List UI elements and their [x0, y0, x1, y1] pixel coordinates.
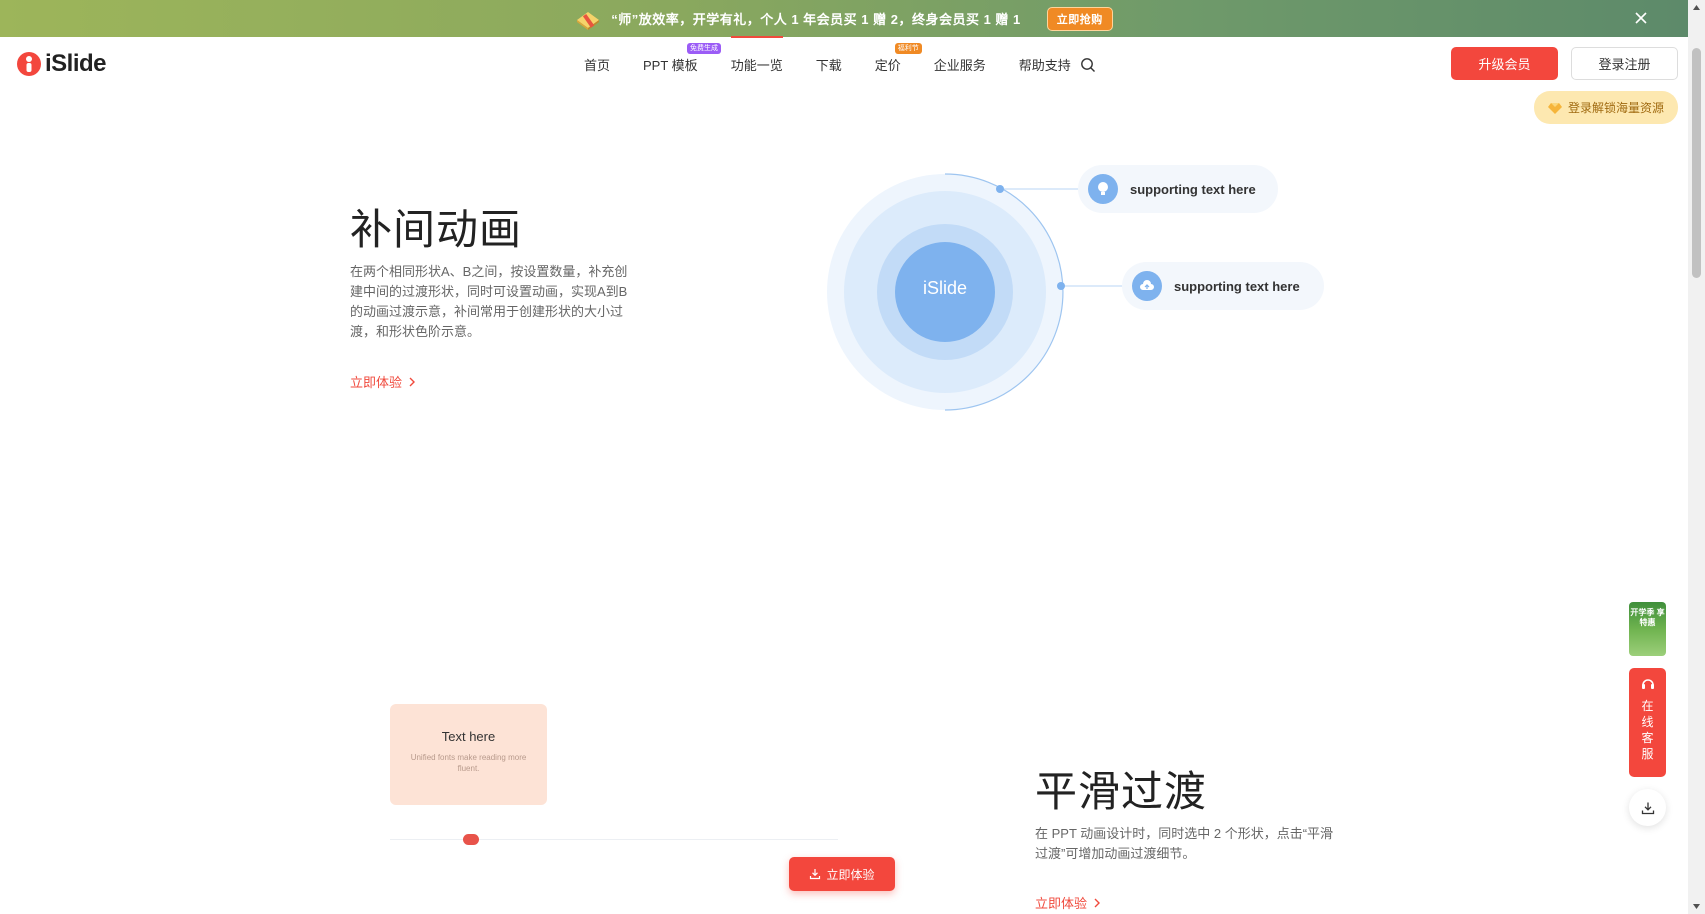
nav-features[interactable]: 功能一览 — [730, 36, 783, 74]
islide-logo-icon — [17, 52, 41, 76]
online-service-button[interactable]: 在 线 客 服 — [1629, 668, 1666, 777]
nav-enterprise[interactable]: 企业服务 — [934, 55, 986, 74]
chevron-right-icon — [1094, 898, 1101, 907]
section2-title: 平滑过渡 — [1035, 768, 1208, 815]
promo-cta-button[interactable]: 立即抢购 — [1046, 6, 1113, 31]
scrollbar-thumb[interactable] — [1692, 48, 1701, 278]
close-icon[interactable] — [1632, 9, 1650, 27]
logo-text: iSlide — [45, 50, 107, 77]
nav-badge-free: 免费生成 — [687, 43, 722, 54]
scroll-up-icon[interactable] — [1692, 3, 1701, 12]
demo-slider-knob[interactable] — [463, 834, 479, 845]
nav-help[interactable]: 帮助支持 — [1019, 55, 1071, 74]
side-promo-thumbnail[interactable]: 开学季 享特惠 — [1629, 602, 1666, 656]
page-scrollbar[interactable] — [1688, 0, 1705, 914]
demo-slider-track — [390, 839, 838, 840]
headset-icon — [1641, 679, 1654, 689]
promo-banner[interactable]: “师”放效率，开学有礼，个人 1 年会员买 1 赠 2，终身会员买 1 赠 1 … — [0, 0, 1688, 37]
nav-active-indicator — [730, 36, 783, 38]
nav-badge-festival: 福利节 — [894, 43, 922, 54]
download-icon — [1641, 802, 1654, 814]
login-register-button[interactable]: 登录注册 — [1571, 47, 1678, 80]
nav-pricing[interactable]: 定价 福利节 — [875, 43, 922, 74]
scroll-down-icon[interactable] — [1692, 902, 1701, 911]
side-download-button[interactable] — [1629, 789, 1666, 826]
cloud-upload-icon — [1132, 271, 1162, 301]
diamond-icon — [1547, 102, 1562, 114]
tween-diagram: iSlide supporting text here supporting t… — [800, 160, 1340, 420]
logo[interactable]: iSlide — [16, 50, 107, 78]
lightbulb-icon — [1088, 174, 1118, 204]
nav-download[interactable]: 下载 — [816, 55, 842, 74]
unlock-resources-tip[interactable]: 登录解锁海量资源 — [1534, 91, 1678, 124]
diagram-item-2: supporting text here — [1122, 262, 1324, 310]
nav-home[interactable]: 首页 — [584, 55, 610, 74]
try-now-button[interactable]: 立即体验 — [789, 857, 895, 891]
section1-title: 补间动画 — [350, 206, 523, 253]
card-subtitle: Unified fonts make reading more fluent. — [410, 753, 527, 773]
download-icon — [810, 869, 821, 880]
upgrade-button[interactable]: 升级会员 — [1451, 47, 1558, 80]
chevron-right-icon — [409, 377, 416, 386]
diagram-item-1: supporting text here — [1078, 165, 1278, 213]
card-title: Text here — [441, 729, 496, 744]
section2-try-link[interactable]: 立即体验 — [1035, 893, 1101, 912]
main-nav: 首页 PPT 模板 免费生成 功能一览 下载 定价 福利节 企业服务 帮助支持 — [584, 36, 1104, 74]
section1-description: 在两个相同形状A、B之间，按设置数量，补充创建中间的过渡形状，同时可设置动画，实… — [350, 264, 628, 339]
gift-icon — [577, 11, 600, 30]
promo-text: “师”放效率，开学有礼，个人 1 年会员买 1 赠 2，终身会员买 1 赠 1 — [611, 12, 1021, 27]
search-icon[interactable] — [1080, 57, 1096, 73]
diagram-center-label: iSlide — [922, 278, 968, 298]
section2-description: 在 PPT 动画设计时，同时选中 2 个形状，点击“平滑过渡”可增加动画过渡细节… — [1035, 826, 1334, 861]
morph-demo-card: Text here Unified fonts make reading mor… — [390, 704, 547, 805]
site-header: iSlide 首页 PPT 模板 免费生成 功能一览 下载 定价 福利节 企业服… — [0, 36, 1688, 91]
nav-ppt-templates[interactable]: PPT 模板 免费生成 — [643, 43, 722, 74]
section1-try-link[interactable]: 立即体验 — [350, 372, 416, 391]
